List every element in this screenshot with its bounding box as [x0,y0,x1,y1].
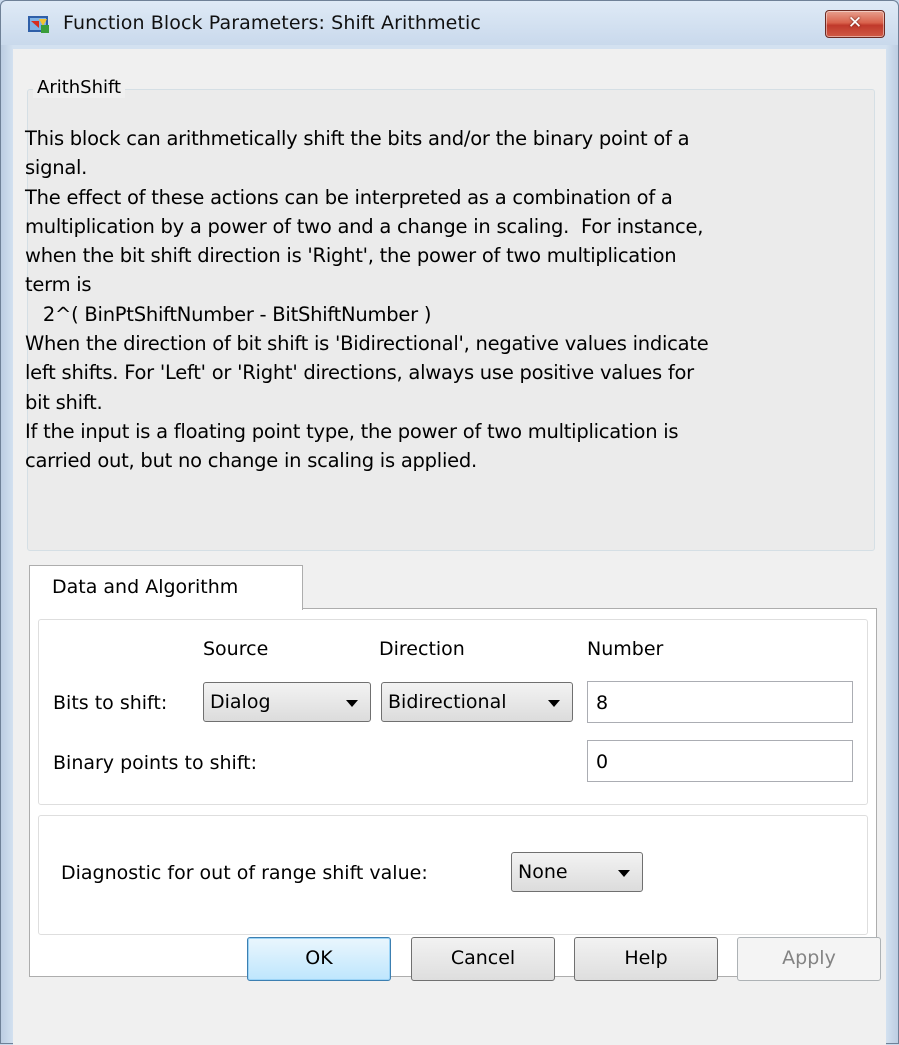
help-button[interactable]: Help [574,937,718,981]
chevron-down-icon [618,870,630,877]
dialog-client-area: ArithShift This block can arithmetically… [13,49,886,1045]
binary-points-number-value: 0 [596,751,609,773]
chevron-down-icon [346,700,358,707]
description-line: multiplication by a power of two and a c… [25,214,704,238]
description-line: carried out, but no change in scaling is… [25,449,477,473]
description-line: left shifts. For 'Left' or 'Right' direc… [25,361,694,385]
block-description: This block can arithmetically shift the … [25,124,865,476]
apply-button: Apply [737,937,881,981]
simulink-block-icon [28,16,49,33]
bits-source-dropdown[interactable]: Dialog [203,682,371,722]
binary-points-number-field[interactable]: 0 [587,740,853,782]
bits-direction-dropdown[interactable]: Bidirectional [381,682,573,722]
description-line: term is [25,273,92,297]
column-header-number: Number [587,638,664,660]
description-line: When the direction of bit shift is 'Bidi… [25,332,709,356]
tab-label: Data and Algorithm [52,576,239,598]
description-line: bit shift. [25,390,103,414]
cancel-button[interactable]: Cancel [411,937,555,981]
close-icon: ✕ [847,13,863,33]
dialog-window: Function Block Parameters: Shift Arithme… [0,0,899,1045]
description-line: when the bit shift direction is 'Right',… [25,244,677,268]
binary-points-label: Binary points to shift: [53,752,258,774]
bits-to-shift-label: Bits to shift: [53,692,168,714]
diagnostic-label: Diagnostic for out of range shift value: [61,862,428,884]
diagnostic-dropdown[interactable]: None [511,852,643,892]
shift-settings-group: Source Direction Number Bits to shift: D… [38,619,868,805]
tab-panel: Source Direction Number Bits to shift: D… [29,608,877,977]
description-line: If the input is a floating point type, t… [25,419,679,443]
title-bar[interactable]: Function Block Parameters: Shift Arithme… [1,1,898,45]
ok-button[interactable]: OK [247,937,391,981]
bits-number-field[interactable]: 8 [587,681,853,723]
bits-direction-value: Bidirectional [388,691,507,713]
tab-data-and-algorithm[interactable]: Data and Algorithm [29,565,303,610]
column-header-source: Source [203,638,269,660]
description-line: 2^( BinPtShiftNumber - BitShiftNumber ) [25,302,432,326]
close-button[interactable]: ✕ [825,10,885,38]
column-header-direction: Direction [379,638,465,660]
group-legend: ArithShift [33,77,126,98]
diagnostic-value: None [518,861,568,883]
diagnostics-group: Diagnostic for out of range shift value:… [38,815,868,935]
description-line: This block can arithmetically shift the … [25,127,690,150]
description-line: signal. [25,156,88,180]
bits-number-value: 8 [596,692,609,714]
description-line: The effect of these actions can be inter… [25,185,673,209]
chevron-down-icon [548,700,560,707]
window-title: Function Block Parameters: Shift Arithme… [63,12,481,34]
bits-source-value: Dialog [210,691,271,713]
